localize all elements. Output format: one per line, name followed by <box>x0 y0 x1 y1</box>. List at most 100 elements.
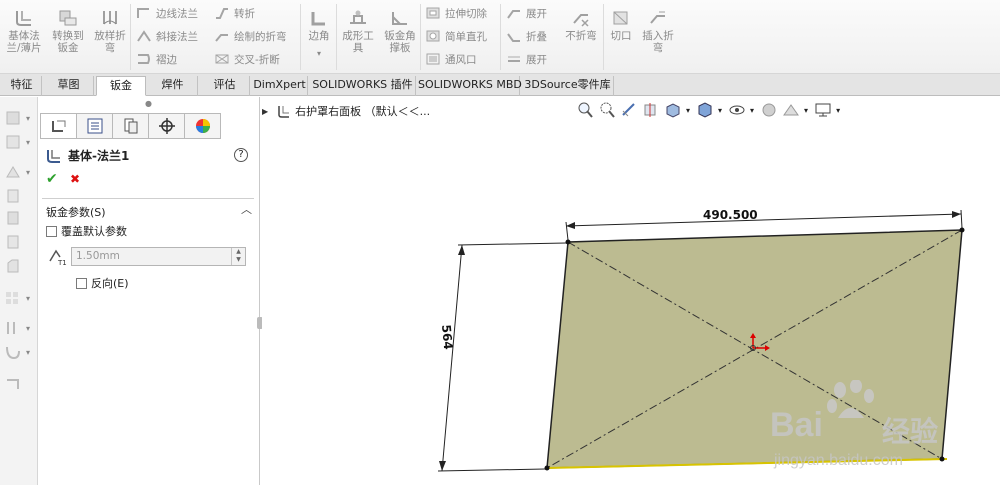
graphics-area[interactable]: ▶ 右护罩右面板 （默认＜＜... ▾ ▾ ▾ ▾ ▾ 490.500 564 … <box>262 97 1000 485</box>
tab-sheet-metal[interactable]: 钣金 <box>96 76 146 96</box>
tab-sketch[interactable]: 草图 <box>44 76 94 96</box>
rip-label: 切口 <box>610 30 632 42</box>
reverse-direction-row[interactable]: 反向(E) <box>76 275 129 291</box>
hem-button[interactable]: 褶边 <box>136 50 177 68</box>
dimension-arrow-icon <box>566 222 575 229</box>
svg-text:▾: ▾ <box>26 294 30 303</box>
no-bends-button[interactable]: 不折弯 <box>562 8 600 42</box>
thickness-input[interactable]: 1.50mm ▲ ▼ <box>71 247 246 266</box>
corners-dropdown-icon[interactable]: ▾ <box>304 48 334 60</box>
chamfer-icon[interactable] <box>4 257 34 275</box>
property-list-icon <box>87 118 102 134</box>
appearance-ball-icon <box>195 119 210 133</box>
rib-icon[interactable]: ▾ <box>4 319 34 337</box>
fold-label: 折叠 <box>526 30 547 43</box>
cross-break-button[interactable]: 交叉-折断 <box>214 50 280 68</box>
tab-dimxpert[interactable]: DimXpert <box>252 76 308 96</box>
collapse-chevron-icon[interactable]: ︿ <box>241 201 252 217</box>
ribbon-toolbar: 基体法 兰/薄片 转换到 钣金 放样折 弯 边线法兰 斜接法兰 褶边 转折 绘制… <box>0 0 1000 74</box>
sketched-bend-button[interactable]: 绘制的折弯 <box>214 27 287 45</box>
tab-configuration-manager[interactable] <box>112 113 149 139</box>
loft-icon[interactable] <box>4 187 34 205</box>
miter-flange-button[interactable]: 斜接法兰 <box>136 27 198 45</box>
tab-display-manager[interactable] <box>184 113 221 139</box>
tab-3dsource[interactable]: 3DSource零件库 <box>522 76 614 96</box>
help-button[interactable]: ? <box>234 148 248 162</box>
height-dimension-text[interactable]: 564 <box>439 324 455 350</box>
tab-property-manager[interactable] <box>76 113 113 139</box>
sketch-point[interactable] <box>544 465 550 471</box>
jog-button[interactable]: 转折 <box>214 4 255 22</box>
convert-to-sheet-metal-button[interactable]: 转换到 钣金 <box>48 8 88 54</box>
cancel-button[interactable]: ✖ <box>70 172 80 186</box>
revolve-icon[interactable]: ▾ <box>4 133 34 151</box>
baidu-watermark: Bai 经验 jingyan.baidu.com <box>770 380 996 478</box>
base-flange-button[interactable]: 基体法 兰/薄片 <box>4 8 44 54</box>
simple-hole-button[interactable]: 简单直孔 <box>425 27 487 45</box>
ribbon-separator <box>420 4 421 70</box>
pattern-icon[interactable]: ▾ <box>4 289 34 307</box>
tab-features[interactable]: 特征 <box>2 76 42 96</box>
fillet-icon[interactable] <box>4 233 34 251</box>
sweep-icon[interactable]: ▾ <box>4 163 34 181</box>
rip-button[interactable]: 切口 <box>606 8 636 42</box>
tab-solidworks-mbd[interactable]: SOLIDWORKS MBD <box>418 76 522 96</box>
insert-bends-label: 插入折 弯 <box>642 30 674 54</box>
ok-button[interactable]: ✔ <box>46 171 58 187</box>
spin-down-icon[interactable]: ▼ <box>232 256 245 264</box>
instant3d-icon[interactable] <box>4 375 34 393</box>
lofted-bend-button[interactable]: 放样折 弯 <box>90 8 130 54</box>
tab-evaluate[interactable]: 评估 <box>200 76 250 96</box>
cross-break-icon <box>215 54 229 64</box>
thickness-value: 1.50mm <box>76 250 120 262</box>
reverse-direction-label: 反向(E) <box>91 277 129 290</box>
override-defaults-row[interactable]: 覆盖默认参数 <box>46 223 127 239</box>
fold-button[interactable]: 折叠 <box>506 27 547 45</box>
tab-solidworks-addins[interactable]: SOLIDWORKS 插件 <box>310 76 416 96</box>
unfold-button[interactable]: 展开 <box>506 4 547 22</box>
no-bends-icon <box>573 14 589 27</box>
tab-feature-manager[interactable] <box>40 113 77 139</box>
edge-flange-button[interactable]: 边线法兰 <box>136 4 198 22</box>
gusset-label: 钣金角 撑板 <box>384 30 416 54</box>
width-dimension-text[interactable]: 490.500 <box>703 208 758 222</box>
corners-icon <box>311 12 325 26</box>
sketched-bend-icon <box>215 34 228 42</box>
watermark-brand-chinese: 经验 <box>882 415 939 448</box>
sketched-bend-label: 绘制的折弯 <box>234 30 287 43</box>
flatten-button[interactable]: 展开 <box>506 50 547 68</box>
hem-label: 褶边 <box>156 53 177 66</box>
no-bends-label: 不折弯 <box>565 30 597 42</box>
vent-button[interactable]: 通风口 <box>425 50 477 68</box>
reverse-direction-checkbox[interactable] <box>76 277 87 289</box>
thickness-icon: T1 <box>49 249 67 267</box>
tab-dimxpert-manager[interactable] <box>148 113 185 139</box>
corners-button[interactable]: 边角 ▾ <box>304 8 334 60</box>
curves-icon[interactable]: ▾ <box>4 343 34 361</box>
ribbon-separator <box>130 4 131 70</box>
sheet-metal-params-header[interactable]: 钣金参数(S) <box>46 204 106 220</box>
extruded-cut-button[interactable]: 拉伸切除 <box>425 4 487 22</box>
svg-text:▾: ▾ <box>26 168 30 177</box>
watermark-brand: Bai <box>770 406 823 444</box>
override-defaults-checkbox[interactable] <box>46 225 57 237</box>
svg-text:▾: ▾ <box>26 348 30 357</box>
boundary-icon[interactable] <box>4 209 34 227</box>
sketch-point[interactable] <box>959 227 965 233</box>
panel-grip-icon[interactable]: ● <box>145 99 152 108</box>
dimension-line <box>565 213 962 227</box>
tab-weldments[interactable]: 焊件 <box>148 76 198 96</box>
thickness-spinner[interactable]: ▲ ▼ <box>231 248 245 265</box>
vent-icon <box>426 53 440 65</box>
baidu-paw-logo <box>827 380 874 418</box>
extruded-cut-label: 拉伸切除 <box>445 7 487 20</box>
spin-up-icon[interactable]: ▲ <box>232 248 245 256</box>
unfold-label: 展开 <box>526 7 547 20</box>
extrude-boss-icon[interactable]: ▾ <box>4 109 34 127</box>
sketch-point[interactable] <box>565 239 571 245</box>
forming-tool-button[interactable]: 成形工 具 <box>340 8 376 54</box>
extension-line <box>960 209 963 229</box>
gusset-button[interactable]: 钣金角 撑板 <box>380 8 420 54</box>
insert-bends-button[interactable]: 插入折 弯 <box>638 8 678 54</box>
override-defaults-label: 覆盖默认参数 <box>61 225 127 238</box>
